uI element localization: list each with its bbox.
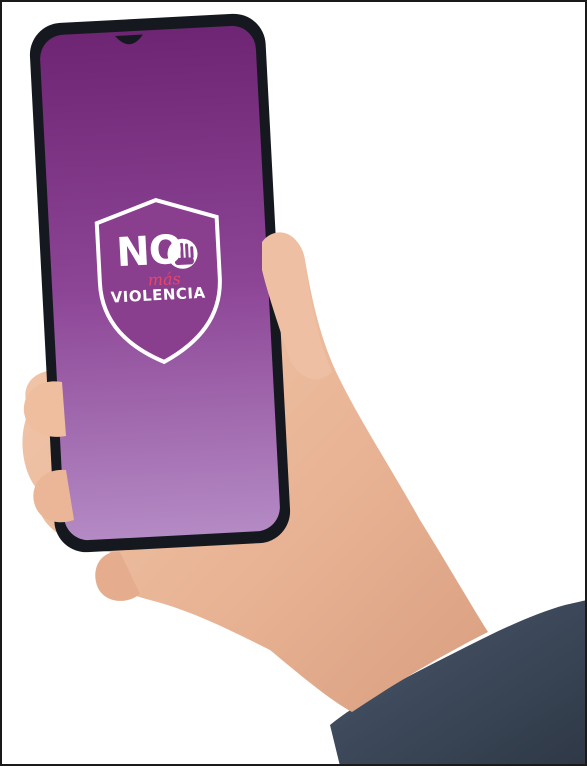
photo-scene xyxy=(0,0,587,771)
logo-text-group: NO más VIOLENCIA xyxy=(93,219,231,336)
photo-illustration xyxy=(22,13,587,766)
logo-word-violencia: VIOLENCIA xyxy=(110,283,207,307)
